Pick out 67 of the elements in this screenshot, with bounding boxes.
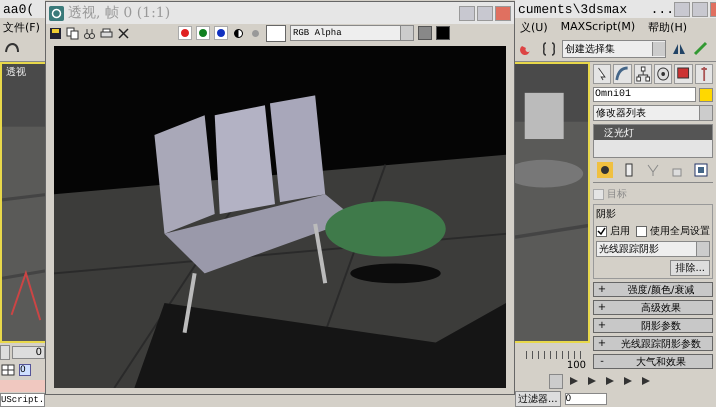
rollout-header[interactable]: + 强度/颜色/衰减: [593, 282, 713, 297]
app-icon: [49, 6, 64, 20]
checkbox[interactable]: [636, 226, 647, 236]
viewport-label: 透视: [6, 66, 26, 79]
dropdown-value: 修改器列表: [596, 106, 646, 120]
checkbox[interactable]: [596, 226, 607, 236]
expand-sign: +: [596, 302, 608, 313]
checkbox-label: 目标: [607, 188, 627, 201]
toggle-button[interactable]: [436, 26, 450, 40]
channel-toggle[interactable]: [196, 26, 210, 40]
rollout-title: 强度/颜色/衰减: [626, 284, 696, 296]
script-field[interactable]: UScript.: [0, 393, 45, 407]
rollout-title: 阴影参数: [640, 320, 682, 332]
key-filter-button[interactable]: 过滤器...: [515, 391, 561, 407]
mono-icon[interactable]: [232, 26, 245, 40]
frame-number: 0: [12, 346, 45, 358]
arc-icon[interactable]: [613, 64, 632, 84]
expand-sign: +: [596, 320, 608, 331]
stack-item[interactable]: 泛光灯: [594, 125, 712, 140]
menu-item[interactable]: 文件(F): [0, 20, 40, 34]
rollout-header[interactable]: + 高级效果: [593, 300, 713, 315]
dropdown-value: 创建选择集: [565, 42, 615, 56]
menu-item[interactable]: MAXScript(M): [558, 20, 636, 34]
checkbox-label: 启用: [610, 224, 630, 238]
modifier-stack[interactable]: 泛光灯: [593, 124, 713, 158]
close-button[interactable]: [495, 6, 511, 20]
listener-field[interactable]: [0, 380, 45, 392]
rollout-header[interactable]: - 大气和效果: [593, 354, 713, 369]
color-swatch[interactable]: [266, 24, 286, 42]
rollout-title: 光线跟踪阴影参数: [620, 338, 702, 350]
expand-sign: -: [599, 356, 605, 367]
save-icon[interactable]: [49, 26, 62, 40]
dropdown-value: RGB Alpha: [293, 28, 342, 38]
rollout-header[interactable]: + 阴影参数: [593, 318, 713, 333]
dropdown-value: 光线跟踪阴影: [599, 242, 659, 256]
selection-set-dropdown[interactable]: 创建选择集: [562, 40, 666, 58]
rollout-title: 高级效果: [640, 302, 682, 314]
channel-toggle[interactable]: [214, 26, 228, 40]
toggle-button[interactable]: [418, 26, 432, 40]
print-icon[interactable]: [100, 26, 113, 40]
channel-toggle[interactable]: [178, 26, 192, 40]
viewport[interactable]: 透视: [0, 62, 45, 343]
expand-sign: +: [596, 338, 608, 349]
menu-item[interactable]: 义(U): [517, 20, 548, 34]
rollout-header[interactable]: + 光线跟踪阴影参数: [593, 336, 713, 351]
checkbox-label: 使用全局设置: [650, 224, 710, 238]
modifier-list-dropdown[interactable]: 修改器列表: [593, 105, 713, 121]
expand-sign: +: [596, 284, 608, 295]
rollout-title: 大气和效果: [635, 356, 687, 368]
grid-icon[interactable]: [0, 362, 16, 378]
hierarchy-icon[interactable]: [634, 64, 652, 84]
window-title: 透视, 帧 0 (1:1): [68, 4, 170, 22]
copy-icon[interactable]: [66, 26, 79, 40]
timeline-label: 100: [566, 360, 586, 371]
shadow-type-dropdown[interactable]: 光线跟踪阴影: [596, 241, 710, 257]
frame-field[interactable]: 0: [19, 364, 31, 376]
group-title: 阴影: [596, 208, 617, 221]
current-frame-field[interactable]: 0: [564, 393, 607, 405]
channel-dropdown[interactable]: RGB Alpha: [290, 25, 414, 41]
name-field[interactable]: Omni01: [593, 87, 696, 102]
window-title: aa0(: [3, 2, 34, 16]
window-title: cuments\3dsmax ...: [518, 2, 674, 16]
menu-item[interactable]: 帮助(H): [645, 20, 688, 34]
color-swatch[interactable]: [699, 88, 713, 102]
braces-icon[interactable]: [540, 40, 558, 58]
exclude-button[interactable]: 排除...: [670, 260, 710, 276]
clear-icon[interactable]: [117, 26, 130, 40]
